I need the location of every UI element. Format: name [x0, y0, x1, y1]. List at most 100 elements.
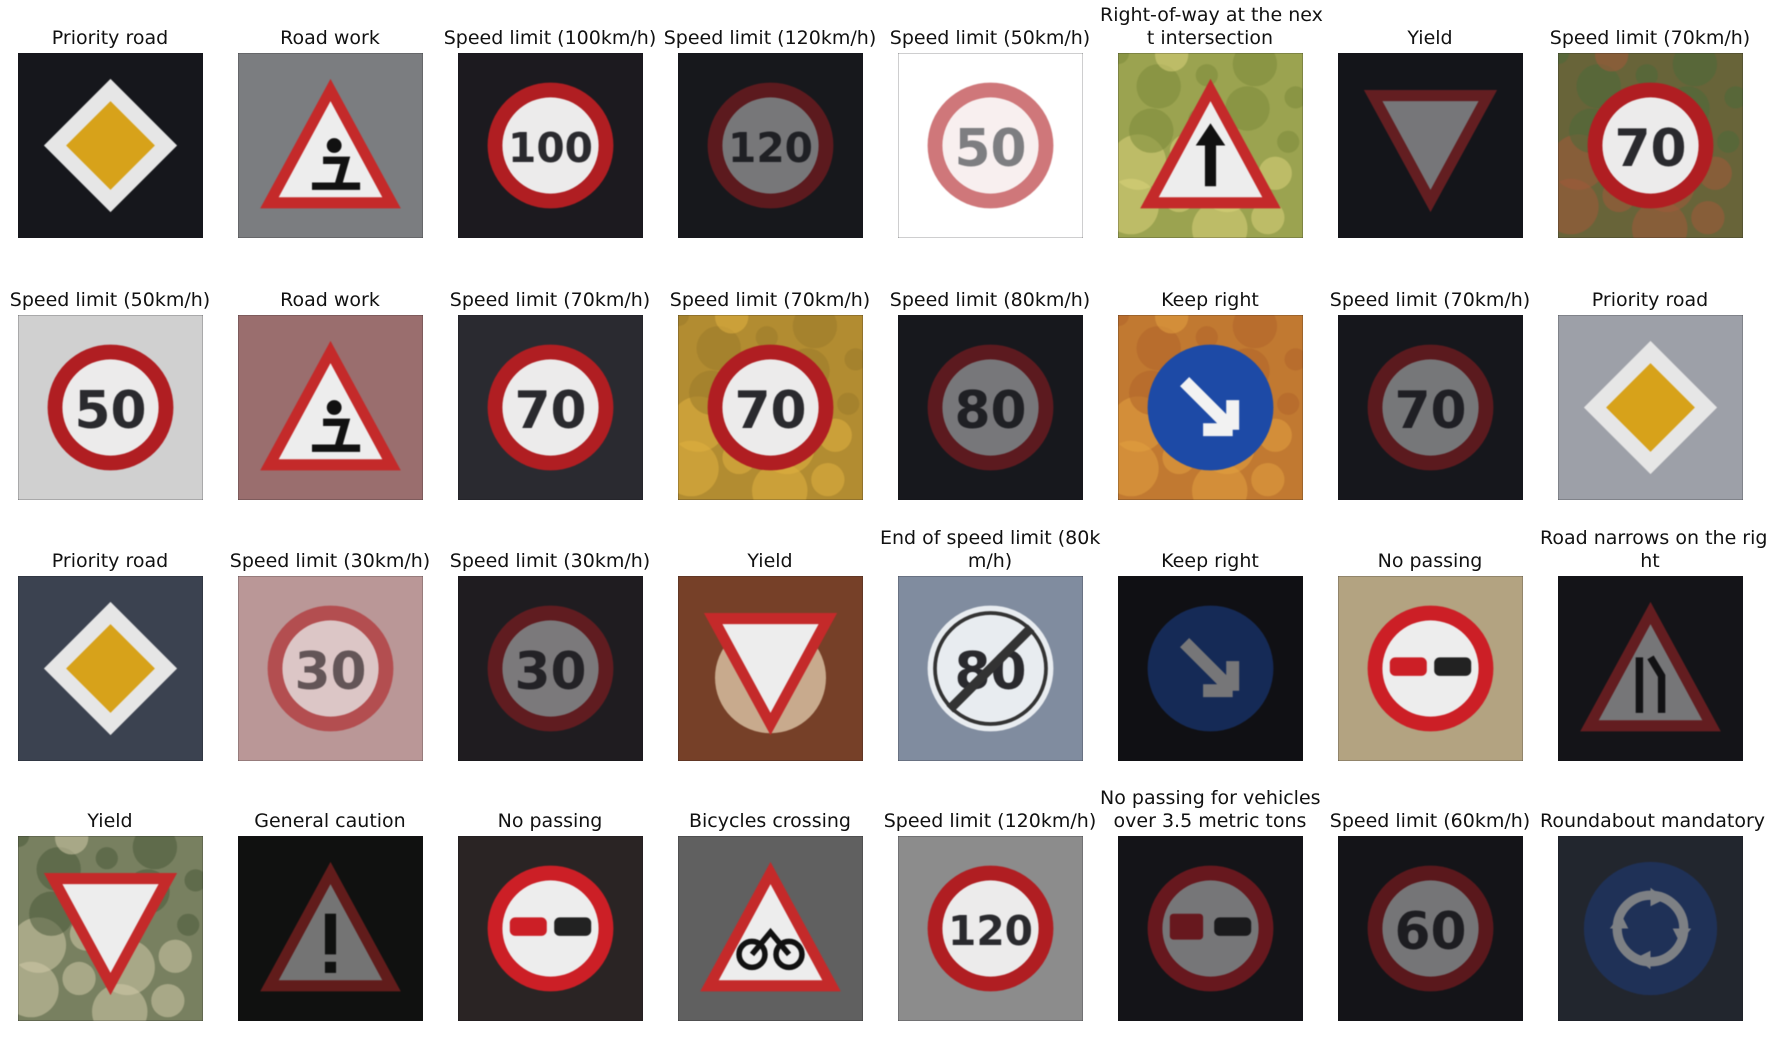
svg-text:70: 70 — [514, 381, 586, 441]
grid-cell: Speed limit (70km/h) 70 — [660, 262, 880, 512]
cell-title-line: Road work — [280, 27, 380, 49]
keep-right-sign-image — [1118, 315, 1303, 500]
speed-limit-sign-image: 70 — [1338, 315, 1523, 500]
grid-cell: Yield — [1320, 0, 1540, 250]
cell-title: Priority road — [1540, 289, 1760, 312]
speed-limit-sign-image: 70 — [1558, 53, 1743, 238]
grid-cell: Speed limit (70km/h) 70 — [440, 262, 660, 512]
cell-title-line: Speed limit (50km/h) — [9, 289, 211, 311]
cell-title: No passing — [440, 810, 660, 833]
cell-title: Speed limit (30km/h) — [220, 550, 440, 573]
speed-limit-sign-image: 30 — [238, 576, 423, 761]
cell-title-line: No passing for vehicles — [1100, 787, 1321, 809]
priority-road-sign-image — [18, 53, 203, 238]
cell-title: No passing — [1320, 550, 1540, 573]
svg-text:120: 120 — [948, 907, 1033, 955]
cell-title-line: Bicycles crossing — [688, 810, 851, 832]
grid-cell: Road work — [220, 0, 440, 250]
cell-title-line: Speed limit (100km/h) — [443, 27, 657, 49]
speed-limit-sign-image: 70 — [678, 315, 863, 500]
svg-text:70: 70 — [1614, 119, 1686, 179]
grid-cell: Speed limit (60km/h) 60 — [1320, 783, 1540, 1033]
cell-title: General caution — [220, 810, 440, 833]
grid-cell: Priority road — [0, 523, 220, 773]
cell-title-line: Speed limit (70km/h) — [1329, 289, 1531, 311]
no-passing-trucks-sign-image — [1118, 836, 1303, 1021]
grid-cell: Speed limit (120km/h) 120 — [660, 0, 880, 250]
cell-title-line: Speed limit (70km/h) — [1549, 27, 1751, 49]
cell-title-line: Speed limit (70km/h) — [669, 289, 871, 311]
grid-cell: Bicycles crossing — [660, 783, 880, 1033]
cell-title-line: ht — [1640, 550, 1660, 572]
cell-title-line: No passing — [497, 810, 603, 832]
grid-cell: Speed limit (30km/h) 30 — [440, 523, 660, 773]
cell-title-line: Speed limit (60km/h) — [1329, 810, 1531, 832]
svg-text:100: 100 — [508, 124, 593, 172]
grid-cell: Speed limit (70km/h) 70 — [1320, 262, 1540, 512]
cell-title-line: over 3.5 metric tons — [1113, 810, 1307, 832]
cell-title: End of speed limit (80k m/h) — [880, 527, 1100, 573]
speed-limit-sign-image: 80 — [898, 315, 1083, 500]
speed-limit-sign-image: 120 — [678, 53, 863, 238]
cell-title-line: End of speed limit (80k — [880, 527, 1101, 549]
cell-title: Yield — [660, 550, 880, 573]
roundabout-sign-image — [1558, 836, 1743, 1021]
no-passing-sign-image — [458, 836, 643, 1021]
cell-title: Roundabout mandatory — [1540, 810, 1765, 833]
svg-text:30: 30 — [294, 642, 366, 702]
grid-cell: Yield — [0, 783, 220, 1033]
cell-title-line: Speed limit (120km/h) — [883, 810, 1097, 832]
cell-title: Priority road — [0, 27, 220, 50]
grid-cell: Road work — [220, 262, 440, 512]
cell-title: Speed limit (50km/h) — [880, 27, 1100, 50]
grid-cell: Speed limit (100km/h) 100 — [440, 0, 660, 250]
priority-road-sign-image — [18, 576, 203, 761]
grid-cell: No passing — [1320, 523, 1540, 773]
cell-title: Speed limit (80km/h) — [880, 289, 1100, 312]
grid-cell: No passing — [440, 783, 660, 1033]
cell-title-line: Priority road — [1591, 289, 1709, 311]
speed-limit-sign-image: 100 — [458, 53, 643, 238]
priority-road-sign-image — [1558, 315, 1743, 500]
grid-cell: Road narrows on the rig ht — [1540, 523, 1768, 773]
cell-title-line: Yield — [1407, 27, 1453, 49]
cell-title-line: Yield — [747, 550, 793, 572]
cell-title: Speed limit (100km/h) — [440, 27, 660, 50]
right-of-way-sign-image — [1118, 53, 1303, 238]
general-caution-sign-image — [238, 836, 423, 1021]
cell-title-line: Speed limit (120km/h) — [663, 27, 877, 49]
cell-title-line: Keep right — [1161, 289, 1259, 311]
svg-text:70: 70 — [1394, 381, 1466, 441]
cell-title-line: Road narrows on the rig — [1540, 527, 1768, 549]
grid-cell: Speed limit (70km/h) 70 — [1540, 0, 1760, 250]
cell-title: Priority road — [0, 550, 220, 573]
road-work-sign-image — [238, 53, 423, 238]
grid-cell: Speed limit (120km/h) 120 — [880, 783, 1100, 1033]
cell-title-line: General caution — [254, 810, 406, 832]
speed-limit-sign-image: 60 — [1338, 836, 1523, 1021]
cell-title: Road work — [220, 289, 440, 312]
cell-title: Speed limit (70km/h) — [660, 289, 880, 312]
svg-text:80: 80 — [954, 381, 1026, 441]
cell-title-line: Speed limit (30km/h) — [449, 550, 651, 572]
grid-cell: Keep right — [1100, 523, 1320, 773]
cell-title-line: t intersection — [1146, 27, 1274, 49]
cell-title: Yield — [0, 810, 220, 833]
cell-title-line: m/h) — [967, 550, 1013, 572]
cell-title: Road work — [220, 27, 440, 50]
svg-text:70: 70 — [734, 381, 806, 441]
no-passing-sign-image — [1338, 576, 1523, 761]
grid-cell: Right-of-way at the nex t intersection — [1100, 0, 1323, 250]
grid-cell: End of speed limit (80km/h) 80 — [880, 523, 1100, 773]
cell-title: Yield — [1320, 27, 1540, 50]
svg-text:30: 30 — [514, 642, 586, 702]
cell-title: Speed limit (70km/h) — [440, 289, 660, 312]
cell-title: Speed limit (120km/h) — [660, 27, 880, 50]
cell-title-line: Right-of-way at the nex — [1100, 4, 1323, 26]
cell-title-line: Speed limit (70km/h) — [449, 289, 651, 311]
speed-limit-sign-image: 50 — [18, 315, 203, 500]
grid-cell: Speed limit (50km/h) 50 — [880, 0, 1100, 250]
grid-cell: No passing for vehicles over 3.5 metric t… — [1100, 783, 1321, 1033]
keep-right-sign-image — [1118, 576, 1303, 761]
cell-title-line: Road work — [280, 289, 380, 311]
